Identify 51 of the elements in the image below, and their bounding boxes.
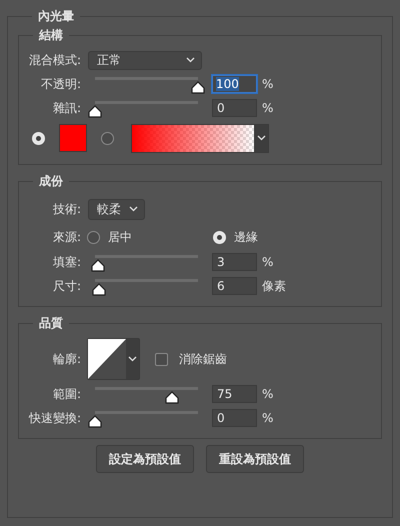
color-swatch[interactable]	[59, 124, 87, 152]
gradient-radio[interactable]	[101, 132, 114, 144]
preset-button[interactable]: 設定為預設值	[96, 445, 194, 473]
unit-label: %	[262, 255, 274, 269]
section-title: 品質	[38, 315, 64, 332]
chevron-down-icon	[129, 206, 138, 212]
unit-label: %	[262, 77, 274, 91]
slider-label: 不透明:	[40, 76, 81, 92]
preset-button[interactable]: 重設為預設值	[206, 445, 304, 473]
slider-label: 雜訊:	[52, 100, 81, 116]
chevron-down-icon	[256, 135, 266, 141]
contour-picker[interactable]	[87, 338, 140, 380]
slider-thumb[interactable]	[91, 259, 106, 272]
slider-label: 範圍:	[52, 386, 81, 402]
value-field[interactable]: 6	[212, 277, 257, 295]
slider-label: 快速變換:	[28, 410, 81, 426]
blend-mode-label: 混合模式:	[28, 52, 81, 68]
source-radio[interactable]	[87, 230, 100, 244]
section-title: 結構	[38, 27, 64, 44]
chevron-down-icon	[128, 356, 137, 362]
value-field[interactable]: 100	[212, 75, 257, 93]
slider-thumb[interactable]	[191, 81, 205, 94]
unit-label: %	[262, 387, 274, 401]
slider-label: 尺寸:	[52, 278, 81, 294]
section-title: 成份	[38, 173, 64, 190]
source-radio[interactable]	[213, 230, 226, 244]
slider-thumb[interactable]	[165, 391, 180, 404]
value-field[interactable]: 3	[212, 253, 257, 271]
radio-label: 邊緣	[234, 228, 258, 246]
value-field[interactable]: 0	[212, 409, 257, 427]
slider-thumb[interactable]	[92, 283, 106, 296]
contour-label: 輪廓:	[52, 350, 81, 368]
checkbox-label: 消除鋸齒	[179, 350, 227, 368]
unit-label: 像素	[262, 278, 286, 294]
blend-mode-dropdown[interactable]: 正常	[88, 50, 202, 70]
technique-dropdown[interactable]: 較柔	[88, 198, 145, 220]
value-field[interactable]: 75	[212, 385, 257, 403]
panel-title: 內光暈	[37, 8, 75, 25]
unit-label: %	[262, 411, 274, 425]
slider-label: 填塞:	[52, 254, 81, 270]
color-radio[interactable]	[32, 132, 45, 144]
source-label: 來源:	[52, 228, 81, 246]
value-field[interactable]: 0	[212, 99, 257, 117]
slider-thumb[interactable]	[88, 415, 102, 428]
anti-alias-checkbox[interactable]	[155, 352, 168, 366]
unit-label: %	[262, 101, 274, 115]
technique-label: 技術:	[52, 200, 81, 218]
gradient-picker[interactable]	[131, 124, 269, 152]
chevron-down-icon	[186, 57, 195, 63]
radio-label: 居中	[108, 228, 132, 246]
slider-thumb[interactable]	[88, 105, 102, 118]
